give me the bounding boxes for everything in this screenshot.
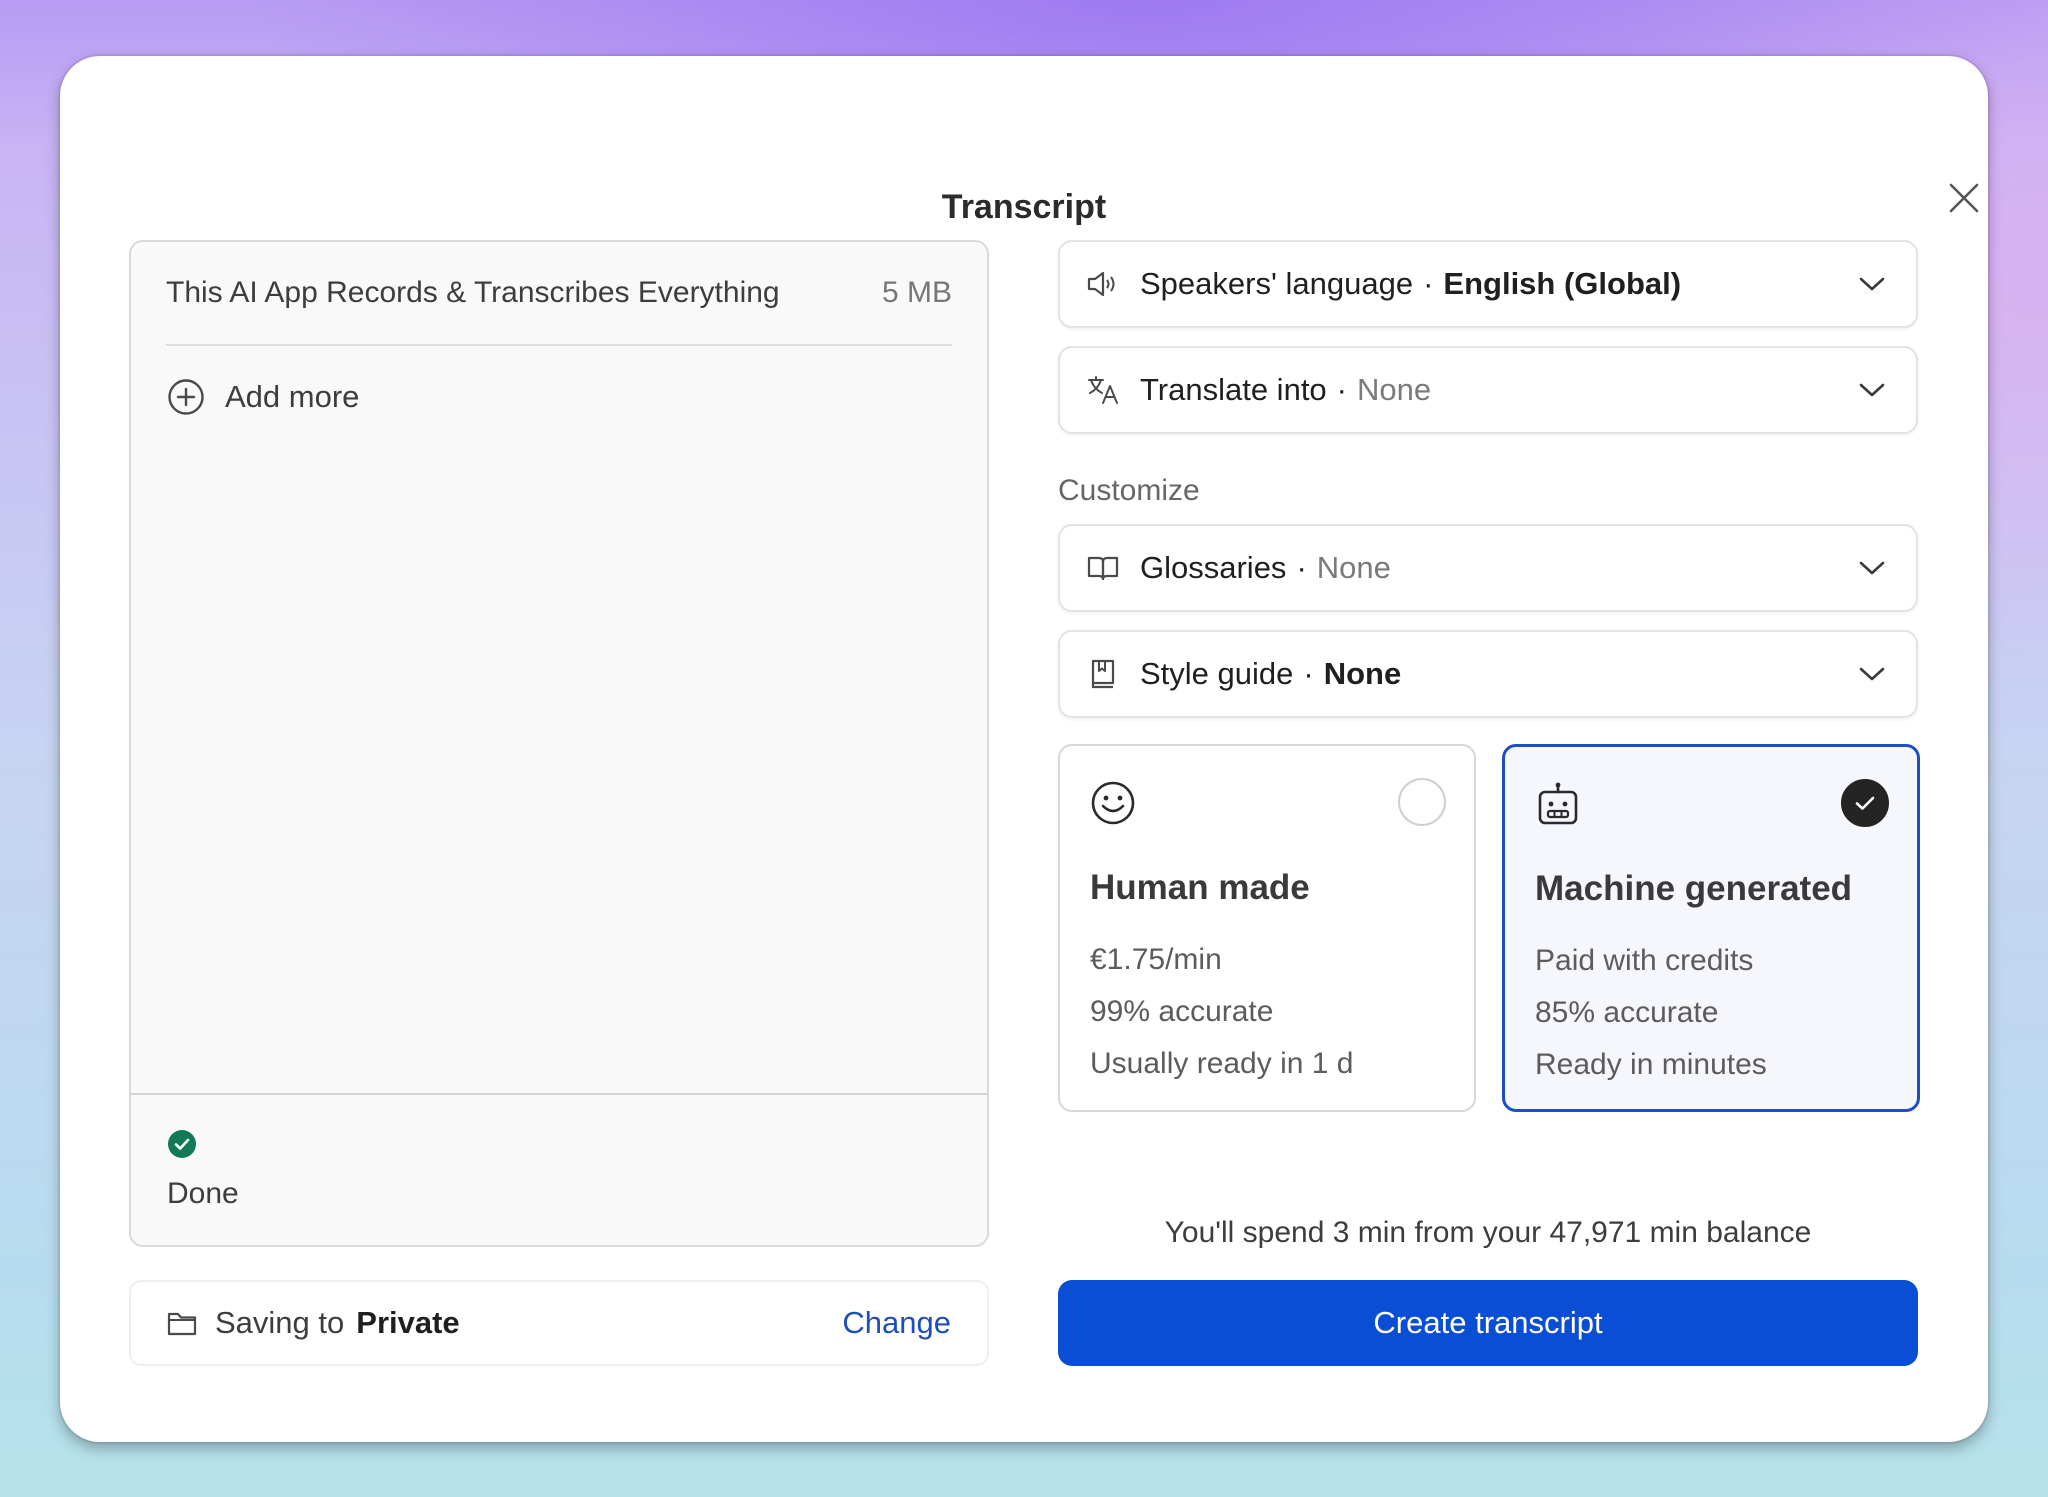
saving-prefix: Saving to	[215, 1305, 345, 1340]
speaker-icon	[1086, 267, 1120, 301]
separator-dot: ·	[1303, 656, 1314, 691]
style-guide-label: Style guide	[1140, 656, 1294, 691]
option-turnaround: Ready in minutes	[1535, 1048, 1767, 1081]
balance-summary: You'll spend 3 min from your 47,971 min …	[1164, 1216, 1812, 1249]
style-guide-value: None	[1323, 656, 1402, 691]
language-value: English (Global)	[1443, 266, 1682, 301]
smiley-icon	[1090, 780, 1136, 831]
check-circle-icon	[167, 1129, 197, 1164]
language-label: Speakers' language	[1140, 266, 1414, 301]
file-size: 5 MB	[881, 276, 952, 309]
chevron-down-icon	[1858, 665, 1886, 683]
book-open-icon	[1086, 551, 1120, 585]
separator-dot: ·	[1296, 550, 1307, 585]
file-name: This AI App Records & Transcribes Everyt…	[166, 276, 780, 309]
change-location-link[interactable]: Change	[842, 1305, 951, 1341]
translate-label: Translate into	[1140, 372, 1327, 407]
option-accuracy: 99% accurate	[1090, 995, 1274, 1028]
saving-destination: Private	[356, 1305, 460, 1340]
option-price: €1.75/min	[1090, 943, 1222, 976]
option-accuracy: 85% accurate	[1535, 996, 1719, 1029]
saving-location: Saving to Private Change	[129, 1280, 989, 1366]
create-transcript-button[interactable]: Create transcript	[1058, 1280, 1918, 1366]
machine-generated-radio[interactable]	[1841, 779, 1889, 827]
bookmark-book-icon	[1086, 657, 1120, 691]
add-more-button[interactable]: Add more	[167, 378, 359, 416]
chevron-down-icon	[1858, 559, 1886, 577]
chevron-down-icon	[1858, 275, 1886, 293]
speakers-language-select[interactable]: Speakers' language · English (Global)	[1058, 240, 1918, 328]
option-details: Paid with credits 85% accurate Ready in …	[1535, 935, 1767, 1091]
customize-heading: Customize	[1058, 474, 1200, 507]
glossaries-label: Glossaries	[1140, 550, 1287, 585]
robot-icon	[1535, 781, 1581, 834]
human-made-radio[interactable]	[1398, 778, 1446, 826]
glossaries-select[interactable]: Glossaries · None	[1058, 524, 1918, 612]
style-guide-select[interactable]: Style guide · None	[1058, 630, 1918, 718]
status-label: Done	[167, 1177, 239, 1210]
close-icon[interactable]	[1946, 180, 1982, 216]
chevron-down-icon	[1858, 381, 1886, 399]
checkmark-icon	[1855, 796, 1875, 810]
upload-status: Done	[131, 1093, 987, 1245]
file-list-panel: This AI App Records & Transcribes Everyt…	[129, 240, 989, 1247]
option-price: Paid with credits	[1535, 944, 1754, 977]
option-title: Human made	[1090, 868, 1310, 907]
option-details: €1.75/min 99% accurate Usually ready in …	[1090, 934, 1353, 1090]
glossaries-value: None	[1316, 550, 1391, 585]
option-turnaround: Usually ready in 1 d	[1090, 1047, 1354, 1080]
option-title: Machine generated	[1535, 869, 1853, 908]
file-item: This AI App Records & Transcribes Everyt…	[166, 276, 952, 346]
separator-dot: ·	[1336, 372, 1347, 407]
dialog-title: Transcript	[941, 188, 1107, 226]
translate-icon	[1086, 373, 1120, 407]
human-made-option[interactable]: Human made €1.75/min 99% accurate Usuall…	[1058, 744, 1476, 1112]
machine-generated-option[interactable]: Machine generated Paid with credits 85% …	[1502, 744, 1920, 1112]
separator-dot: ·	[1423, 266, 1434, 301]
plus-circle-icon	[167, 378, 205, 416]
folder-icon	[167, 1309, 197, 1337]
translate-value: None	[1357, 372, 1432, 407]
add-more-label: Add more	[225, 379, 360, 414]
translate-into-select[interactable]: Translate into · None	[1058, 346, 1918, 434]
